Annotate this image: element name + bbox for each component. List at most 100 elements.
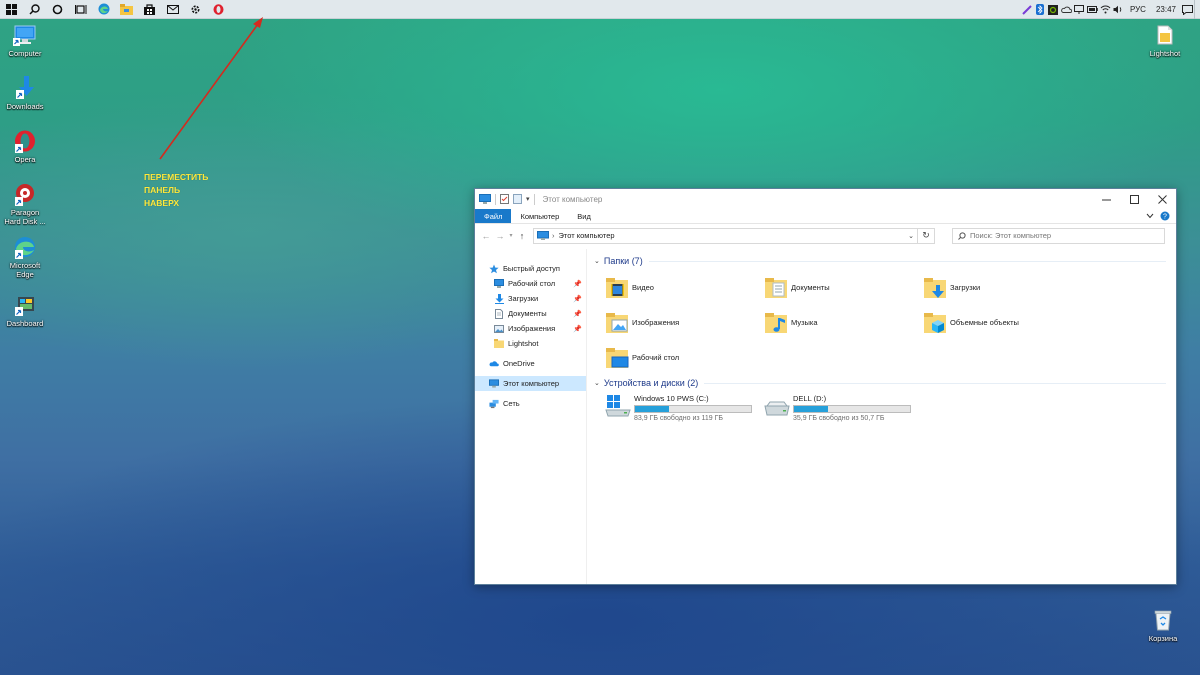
this-pc-icon [489, 379, 499, 389]
folder-name: Загрузки [950, 283, 981, 292]
pictures-folder-icon [604, 310, 630, 336]
nav-label: Изображения [508, 324, 556, 333]
nav-label: Быстрый доступ [503, 264, 560, 273]
folder-item-video[interactable]: Видео [604, 270, 763, 305]
refresh-icon[interactable]: ↻ [918, 227, 935, 244]
breadcrumb[interactable]: Этот компьютер [559, 231, 615, 240]
nav-item-lightshot[interactable]: Lightshot [475, 336, 586, 351]
window-controls [1092, 189, 1176, 209]
pin-icon[interactable]: 📌 [573, 310, 582, 318]
search-icon [958, 231, 966, 240]
explorer-body: Быстрый доступ Рабочий стол 📌 Загрузки 📌… [475, 249, 1176, 584]
star-icon [489, 264, 499, 274]
nav-label: Этот компьютер [503, 379, 560, 388]
nav-quick-access[interactable]: Быстрый доступ [475, 261, 586, 276]
maximize-icon[interactable] [1120, 189, 1148, 209]
group-title: Устройства и диски (2) [603, 378, 699, 388]
expand-ribbon-icon[interactable] [1146, 212, 1154, 221]
nav-item-onedrive[interactable]: OneDrive [475, 356, 586, 371]
chevron-down-icon[interactable]: ⌄ [594, 379, 600, 387]
folder-name: Документы [791, 283, 830, 292]
nav-item-pictures[interactable]: Изображения 📌 [475, 321, 586, 336]
up-icon[interactable]: ↑ [515, 229, 529, 243]
drive-free-space: 35,9 ГБ свободно из 50,7 ГБ [793, 415, 885, 422]
ribbon-tabs: Файл Компьютер Вид ? [475, 209, 1176, 224]
help-icon[interactable]: ? [1160, 211, 1170, 223]
folder-item-documents[interactable]: Документы [763, 270, 922, 305]
drives-group-header[interactable]: ⌄ Устройства и диски (2) [594, 376, 1176, 390]
nav-item-downloads[interactable]: Загрузки 📌 [475, 291, 586, 306]
folder-name: Изображения [632, 318, 680, 327]
tab-file[interactable]: Файл [475, 209, 512, 223]
folder-item-3d-objects[interactable]: Объемные объекты [922, 305, 1081, 340]
forward-icon[interactable]: → [493, 229, 507, 243]
nav-item-this-pc[interactable]: Этот компьютер [475, 376, 586, 391]
desktop-folder-icon [604, 345, 630, 371]
drive-name: DELL (D:) [793, 394, 827, 403]
annotation-line: ПАНЕЛЬ [144, 185, 181, 195]
drive-info: Windows 10 PWS (C:) 83,9 ГБ свободно из … [634, 394, 752, 422]
recent-locations-icon[interactable]: ▾ [507, 229, 515, 243]
drive-item-d[interactable]: DELL (D:) 35,9 ГБ свободно из 50,7 ГБ [763, 394, 922, 422]
pin-icon[interactable]: 📌 [573, 295, 582, 303]
nav-label: OneDrive [503, 359, 535, 368]
folder-name: Музыка [791, 318, 818, 327]
close-icon[interactable] [1148, 189, 1176, 209]
file-explorer-window: ▾ Этот компьютер Файл Компьютер Вид ? ← … [474, 188, 1177, 585]
drive-usage-bar [793, 405, 911, 413]
properties-icon[interactable] [500, 194, 509, 204]
nav-item-network[interactable]: Сеть [475, 396, 586, 411]
nav-label: Lightshot [508, 339, 539, 348]
hdd-drive-icon [763, 394, 793, 420]
minimize-icon[interactable] [1092, 189, 1120, 209]
drive-usage-fill [794, 406, 828, 412]
drive-usage-bar [634, 405, 752, 413]
ribbon-right: ? [1146, 209, 1170, 224]
folders-group-header[interactable]: ⌄ Папки (7) [594, 254, 1176, 268]
nav-item-documents[interactable]: Документы 📌 [475, 306, 586, 321]
divider [495, 193, 496, 205]
nav-label: Документы [508, 309, 547, 318]
svg-text:?: ? [1163, 213, 1167, 220]
annotation-text: ПЕРЕМЕСТИТЬ ПАНЕЛЬ НАВЕРХ [144, 171, 224, 210]
this-pc-icon [537, 231, 549, 240]
folder-icon [494, 339, 504, 349]
pin-icon[interactable]: 📌 [573, 325, 582, 333]
chevron-down-icon[interactable]: ⌄ [594, 257, 600, 265]
folders-grid: Видео Документы Загрузки Изображения Муз… [604, 270, 1176, 375]
search-input[interactable]: Поиск: Этот компьютер [952, 227, 1165, 244]
new-folder-icon[interactable] [513, 194, 522, 204]
windows-drive-icon [604, 394, 634, 420]
onedrive-icon [489, 359, 499, 369]
folder-name: Рабочий стол [632, 353, 680, 362]
pin-icon[interactable]: 📌 [573, 280, 582, 288]
nav-label: Рабочий стол [508, 279, 556, 288]
drive-free-space: 83,9 ГБ свободно из 119 ГБ [634, 415, 724, 422]
folder-item-pictures[interactable]: Изображения [604, 305, 763, 340]
annotation-line: ПЕРЕМЕСТИТЬ [144, 172, 209, 182]
address-dropdown-icon[interactable]: ⌄ [908, 232, 914, 240]
video-folder-icon [604, 275, 630, 301]
breadcrumb-separator-icon[interactable]: › [552, 231, 555, 240]
tab-view[interactable]: Вид [568, 209, 600, 223]
customize-toolbar-icon[interactable]: ▾ [526, 195, 530, 203]
quick-access-toolbar: ▾ [475, 193, 539, 205]
nav-label: Сеть [503, 399, 520, 408]
drive-usage-fill [635, 406, 670, 412]
navigation-pane: Быстрый доступ Рабочий стол 📌 Загрузки 📌… [475, 249, 587, 584]
drive-item-c[interactable]: Windows 10 PWS (C:) 83,9 ГБ свободно из … [604, 394, 763, 422]
annotation-line: НАВЕРХ [144, 198, 180, 208]
tab-computer[interactable]: Компьютер [511, 209, 568, 223]
folder-item-downloads[interactable]: Загрузки [922, 270, 1081, 305]
title-bar[interactable]: ▾ Этот компьютер [475, 189, 1176, 209]
music-folder-icon [763, 310, 789, 336]
folder-item-music[interactable]: Музыка [763, 305, 922, 340]
drive-name: Windows 10 PWS (C:) [634, 394, 709, 403]
drive-info: DELL (D:) 35,9 ГБ свободно из 50,7 ГБ [793, 394, 911, 422]
folder-item-desktop[interactable]: Рабочий стол [604, 340, 763, 375]
back-icon[interactable]: ← [479, 229, 493, 243]
nav-item-desktop[interactable]: Рабочий стол 📌 [475, 276, 586, 291]
folder-name: Объемные объекты [950, 318, 1019, 327]
documents-folder-icon [763, 275, 789, 301]
address-bar[interactable]: › Этот компьютер ⌄ [533, 227, 918, 244]
